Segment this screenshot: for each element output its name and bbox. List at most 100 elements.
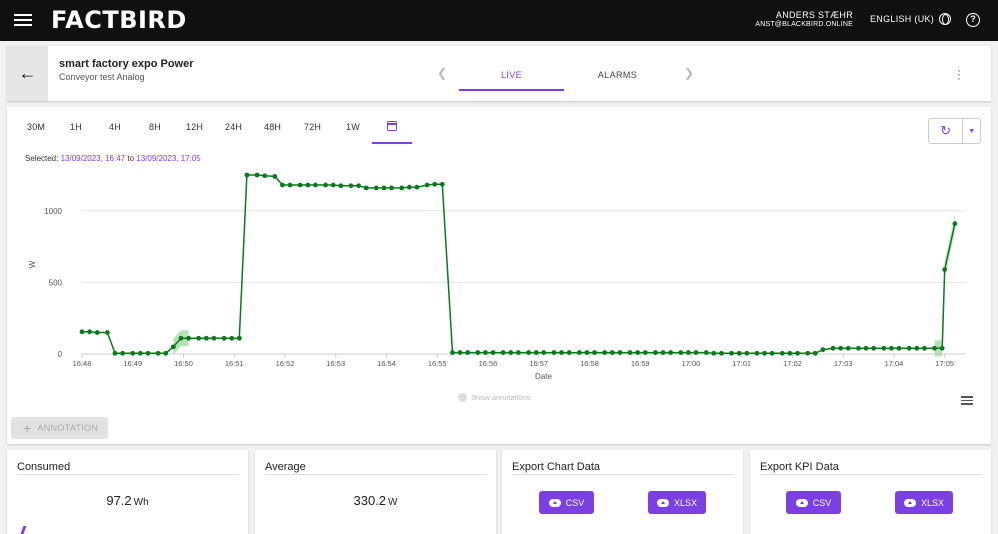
data-point bbox=[906, 345, 912, 351]
more-vert-icon[interactable]: · · · bbox=[957, 64, 961, 84]
power-line-chart[interactable]: 0 500 1000 W 16:48 16:49 16:50 16:51 16:52 16:53 1… bbox=[7, 167, 991, 387]
selected-from[interactable]: 13/09/2023, 16:47 bbox=[61, 154, 126, 163]
export-kpi-csv-button[interactable]: CSV bbox=[786, 491, 841, 514]
tab-alarms[interactable]: ALARMS bbox=[565, 70, 670, 80]
language-selector[interactable]: ENGLISH (UK) bbox=[870, 13, 952, 25]
data-point bbox=[490, 350, 496, 355]
toggle-dot-icon bbox=[458, 393, 467, 402]
chevron-left-icon[interactable]: ❮ bbox=[437, 66, 447, 80]
show-annotations-label: Show annotations bbox=[471, 393, 531, 402]
selected-range: Selected: 13/09/2023, 16:47 to 13/09/202… bbox=[25, 154, 201, 163]
data-point bbox=[668, 350, 674, 355]
data-point bbox=[787, 350, 793, 356]
line-subtitle: Conveyor test Analog bbox=[59, 72, 145, 82]
data-point bbox=[483, 350, 488, 355]
consumed-value-row: 97.2 Wh bbox=[7, 493, 248, 508]
consumed-card: Consumed 97.2 Wh bbox=[7, 450, 248, 534]
selected-to[interactable]: 13/09/2023, 17:05 bbox=[136, 154, 201, 163]
data-point bbox=[79, 329, 85, 335]
range-1w[interactable]: 1W bbox=[346, 122, 360, 132]
data-point bbox=[196, 335, 202, 341]
data-point bbox=[186, 335, 191, 341]
x-tick-label: 16:49 bbox=[123, 359, 142, 368]
csv-label: CSV bbox=[812, 497, 832, 508]
y-axis-label: W bbox=[28, 260, 37, 268]
app-logo[interactable]: FACTBIRD bbox=[51, 6, 187, 34]
export-kpi-card: Export KPI Data CSV XLSX bbox=[750, 450, 991, 534]
data-point bbox=[932, 345, 937, 351]
data-point bbox=[254, 172, 260, 178]
data-point bbox=[838, 345, 844, 351]
help-icon[interactable]: ? bbox=[966, 13, 980, 27]
data-point bbox=[280, 182, 285, 188]
data-point bbox=[287, 182, 293, 188]
back-button[interactable]: ← bbox=[7, 46, 48, 101]
data-point bbox=[744, 350, 750, 356]
x-tick-label: 16:58 bbox=[580, 359, 599, 368]
range-8h[interactable]: 8H bbox=[149, 122, 161, 132]
data-point bbox=[130, 350, 136, 356]
data-point bbox=[94, 330, 100, 335]
refresh-icon[interactable]: ↻ bbox=[929, 119, 964, 143]
export-chart-xlsx-button[interactable]: XLSX bbox=[648, 491, 706, 514]
active-range-indicator bbox=[372, 142, 412, 144]
export-kpi-title: Export KPI Data bbox=[760, 461, 839, 473]
data-point bbox=[795, 350, 800, 356]
data-point bbox=[754, 350, 760, 356]
user-email: ANST@BLACKBIRD.ONLINE bbox=[755, 21, 853, 28]
chevron-right-icon[interactable]: ❯ bbox=[684, 66, 694, 80]
range-1h[interactable]: 1H bbox=[70, 122, 82, 132]
data-point bbox=[348, 183, 354, 189]
data-point bbox=[406, 184, 412, 190]
sparkline-mark bbox=[20, 526, 27, 534]
data-point bbox=[244, 172, 250, 178]
data-point bbox=[627, 350, 633, 355]
data-point bbox=[373, 185, 379, 191]
data-point bbox=[120, 350, 125, 356]
data-point bbox=[845, 345, 851, 351]
chart-menu-icon[interactable] bbox=[961, 394, 973, 407]
data-point bbox=[500, 350, 506, 355]
x-tick-label: 17:01 bbox=[732, 359, 751, 368]
chart-card: 30M 1H 4H 8H 12H 24H 48H 72H 1W ↻ ▼ Sele… bbox=[7, 107, 991, 444]
data-point bbox=[559, 350, 564, 355]
language-label: ENGLISH (UK) bbox=[870, 14, 935, 24]
data-point bbox=[711, 350, 717, 356]
show-annotations-toggle[interactable]: Show annotations bbox=[458, 393, 531, 402]
data-point bbox=[87, 329, 93, 335]
range-4h[interactable]: 4H bbox=[109, 122, 121, 132]
range-72h[interactable]: 72H bbox=[304, 122, 321, 132]
data-point bbox=[609, 350, 615, 355]
data-point bbox=[508, 350, 514, 355]
export-kpi-xlsx-button[interactable]: XLSX bbox=[895, 491, 953, 514]
data-point bbox=[719, 350, 724, 356]
range-12h[interactable]: 12H bbox=[186, 122, 203, 132]
average-value-row: 330.2 W bbox=[255, 493, 496, 508]
data-point bbox=[163, 350, 169, 356]
user-info[interactable]: ANDERS STÆHR ANST@BLACKBIRD.ONLINE bbox=[755, 10, 853, 30]
add-annotation-button[interactable]: + ANNOTATION bbox=[11, 417, 108, 439]
range-24h[interactable]: 24H bbox=[225, 122, 242, 132]
range-48h[interactable]: 48H bbox=[264, 122, 281, 132]
data-point bbox=[584, 350, 590, 355]
tab-live[interactable]: LIVE bbox=[459, 70, 564, 80]
menu-icon[interactable] bbox=[14, 11, 32, 29]
xlsx-label: XLSX bbox=[673, 497, 697, 508]
calendar-icon[interactable] bbox=[387, 121, 397, 131]
data-point bbox=[313, 182, 318, 188]
data-point bbox=[465, 350, 471, 355]
caret-down-icon[interactable]: ▼ bbox=[963, 119, 980, 143]
range-30m[interactable]: 30M bbox=[27, 122, 45, 132]
average-value: 330.2 bbox=[353, 493, 387, 508]
data-point bbox=[653, 350, 658, 355]
x-axis-label: Date bbox=[535, 372, 552, 381]
data-point bbox=[820, 347, 826, 353]
data-point bbox=[551, 350, 557, 355]
csv-label: CSV bbox=[565, 497, 585, 508]
export-chart-csv-button[interactable]: CSV bbox=[539, 491, 594, 514]
data-point bbox=[703, 350, 709, 355]
data-point bbox=[381, 185, 387, 191]
data-point bbox=[660, 350, 666, 355]
data-point bbox=[576, 350, 582, 355]
average-unit: W bbox=[388, 497, 398, 508]
